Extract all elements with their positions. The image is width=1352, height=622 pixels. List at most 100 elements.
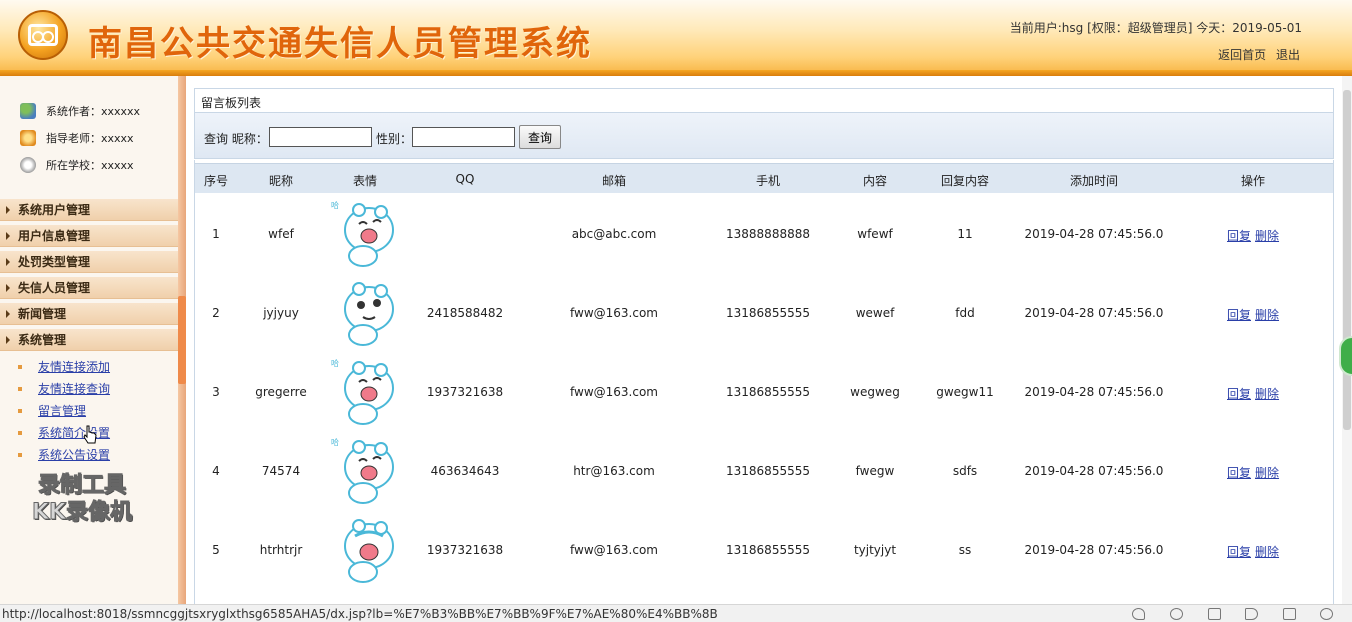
delete-link[interactable]: 删除 [1255, 229, 1279, 243]
delete-link[interactable]: 删除 [1255, 387, 1279, 401]
status-url: http://localhost:8018/ssmncggjtsxryglxth… [2, 607, 718, 621]
menu-news[interactable]: 新闻管理 [0, 303, 178, 325]
logout-link[interactable]: 退出 [1276, 48, 1300, 62]
mouse-cursor-icon [83, 425, 97, 444]
cell-qq: 1937321638 [426, 543, 504, 557]
submenu-notice-settings[interactable]: 系统公告设置 [18, 446, 110, 463]
svg-text:哈: 哈 [331, 358, 339, 368]
menu-label: 系统管理 [18, 333, 67, 347]
cell-content: wegweg [850, 385, 900, 399]
zoom-icon[interactable] [1320, 608, 1333, 620]
submenu-message-manage[interactable]: 留言管理 [18, 402, 86, 419]
menu-penalty-types[interactable]: 处罚类型管理 [0, 251, 178, 273]
table-row: 1 wfef abc@abc.com 13888888888 wfewf 11 2019-0… [195, 195, 1333, 274]
col-header: 内容 [862, 174, 888, 188]
cell-content: tyjtyjyt [853, 543, 897, 557]
bullet-icon [18, 408, 22, 413]
row-actions: 回复 删除 [1227, 227, 1283, 244]
submenu-label: 友情连接查询 [38, 382, 111, 396]
cell-reply: 11 [957, 227, 973, 241]
cell-time: 2019-04-28 07:45:56.0 [1024, 227, 1164, 241]
rocket-icon[interactable] [1132, 608, 1145, 620]
reply-link[interactable]: 回复 [1227, 387, 1251, 401]
scrollbar-thumb[interactable] [1343, 90, 1351, 430]
cell-nickname: gregerre [255, 385, 307, 399]
sidebar-collapse-handle[interactable] [178, 296, 186, 384]
menu-label: 新闻管理 [18, 307, 67, 321]
svg-text:哈: 哈 [331, 437, 339, 447]
home-link[interactable]: 返回首页 [1218, 48, 1266, 62]
users-icon [20, 103, 36, 119]
cell-nickname: htrhtrjr [259, 543, 303, 557]
laughing-bear-icon: 哈 [331, 358, 394, 425]
delete-link[interactable]: 删除 [1255, 545, 1279, 559]
delete-link[interactable]: 删除 [1255, 308, 1279, 322]
system-title: 南昌公共交通失信人员管理系统 [88, 24, 592, 64]
cell-phone: 13888888888 [726, 227, 810, 241]
cell-qq: 2418588482 [426, 306, 504, 320]
sidebar: 系统作者：xxxxxx 指导老师：xxxxx 所在学校：xxxxx 系统用户管理… [0, 76, 178, 622]
main-content: 留言板列表 查询 昵称： 性别： 查询 序号 昵称 表情 QQ 邮箱 手机 内容… [194, 88, 1334, 622]
cell-email: fww@163.com [570, 306, 658, 320]
teacher-icon [20, 130, 36, 146]
gender-input[interactable] [412, 127, 515, 147]
cell-phone: 13186855555 [726, 464, 810, 478]
floating-action-button[interactable] [1339, 336, 1352, 376]
reply-link[interactable]: 回复 [1227, 229, 1251, 243]
reply-link[interactable]: 回复 [1227, 308, 1251, 322]
gender-label: 性别： [376, 132, 413, 146]
cell-time: 2019-04-28 07:45:56.0 [1024, 385, 1164, 399]
watermark-line: KK录像机 [31, 500, 133, 526]
teacher-label: 指导老师：xxxxx [46, 132, 134, 145]
search-button[interactable]: 查询 [519, 125, 561, 149]
col-header: 昵称 [268, 174, 294, 188]
svg-text:哈: 哈 [331, 200, 339, 210]
speaker-icon[interactable] [1245, 608, 1258, 620]
nickname-input[interactable] [269, 127, 372, 147]
refresh-icon[interactable] [1170, 608, 1183, 620]
reply-link[interactable]: 回复 [1227, 545, 1251, 559]
cell-no: 1 [212, 227, 220, 241]
cell-phone: 13186855555 [726, 543, 810, 557]
nickname-label: 查询 昵称： [204, 132, 268, 146]
submenu-label: 留言管理 [38, 404, 87, 418]
cell-reply: ss [958, 543, 972, 557]
delete-link[interactable]: 删除 [1255, 466, 1279, 480]
cell-phone: 13186855555 [726, 385, 810, 399]
watermark-line: 录制工具 [38, 473, 127, 499]
crying-bear-icon [344, 519, 394, 583]
caret-right-icon [6, 231, 10, 240]
row-actions: 回复 删除 [1227, 543, 1283, 560]
trash-icon[interactable] [1208, 608, 1221, 620]
cell-no: 2 [212, 306, 220, 320]
menu-user-info[interactable]: 用户信息管理 [0, 225, 178, 247]
cell-phone: 13186855555 [726, 306, 810, 320]
table-row: 5 htrhtrjr 1937321638 fww@163.com 1318685555… [195, 511, 1333, 590]
col-header: QQ [455, 172, 475, 186]
menu-system[interactable]: 系统管理 [0, 329, 178, 351]
waving-bear-icon [344, 282, 394, 346]
teacher-info: 指导老师：xxxxx [20, 130, 134, 146]
submenu-label: 系统简介设置 [38, 426, 111, 440]
logo-icon [18, 10, 68, 60]
menu-system-users[interactable]: 系统用户管理 [0, 199, 178, 221]
cell-qq: 1937321638 [426, 385, 504, 399]
submenu-link-add[interactable]: 友情连接添加 [18, 358, 110, 375]
menu-label: 系统用户管理 [18, 203, 91, 217]
cell-no: 3 [212, 385, 220, 399]
cell-nickname: wfef [268, 227, 294, 241]
menu-label: 失信人员管理 [18, 281, 91, 295]
col-header: 表情 [352, 174, 378, 188]
table-header: 序号 昵称 表情 QQ 邮箱 手机 内容 回复内容 添加时间 操作 [195, 163, 1333, 193]
author-label: 系统作者：xxxxxx [46, 105, 141, 118]
menu-label: 用户信息管理 [18, 229, 91, 243]
menu-dishonest-persons[interactable]: 失信人员管理 [0, 277, 178, 299]
browser-status-bar: http://localhost:8018/ssmncggjtsxryglxth… [0, 604, 1352, 622]
cell-email: htr@163.com [573, 464, 655, 478]
header-links: 返回首页 退出 [1212, 46, 1300, 63]
submenu-link-query[interactable]: 友情连接查询 [18, 380, 110, 397]
reply-link[interactable]: 回复 [1227, 466, 1251, 480]
window-icon[interactable] [1283, 608, 1296, 620]
cell-content: wewef [855, 306, 895, 320]
cell-no: 4 [212, 464, 220, 478]
